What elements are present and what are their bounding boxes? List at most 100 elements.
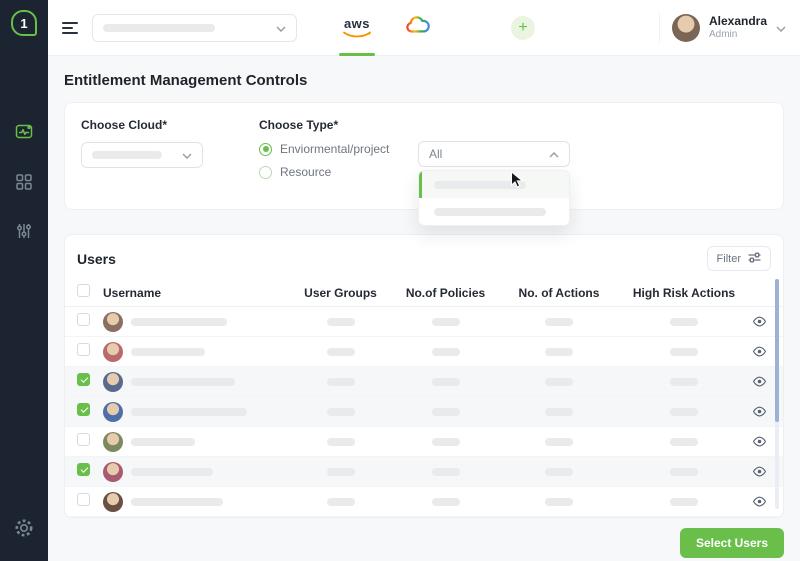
skeleton-placeholder xyxy=(131,378,235,386)
skeleton-placeholder xyxy=(545,378,573,386)
user-avatar xyxy=(103,402,123,422)
page-title: Entitlement Management Controls xyxy=(64,72,784,89)
header-right: Alexandra Admin xyxy=(659,13,786,43)
chevron-down-icon xyxy=(776,19,786,37)
view-user-button[interactable] xyxy=(752,314,767,329)
skeleton-placeholder xyxy=(545,318,573,326)
skeleton-placeholder xyxy=(432,468,460,476)
view-user-button[interactable] xyxy=(752,404,767,419)
skeleton-placeholder xyxy=(434,181,526,189)
skeleton-placeholder xyxy=(670,378,698,386)
tab-google-cloud[interactable] xyxy=(403,0,433,56)
column-header-policies: No.of Policies xyxy=(393,286,498,300)
aws-icon: aws xyxy=(343,17,371,38)
select-all-checkbox[interactable] xyxy=(77,284,90,297)
gear-icon xyxy=(14,518,34,543)
choose-cloud-select[interactable] xyxy=(81,142,203,168)
table-row xyxy=(65,337,783,367)
avatar xyxy=(672,14,700,42)
skeleton-placeholder xyxy=(131,468,213,476)
table-row xyxy=(65,397,783,427)
choose-type-label: Choose Type* xyxy=(259,118,389,132)
dropdown-option-1[interactable] xyxy=(419,171,569,198)
app-logo[interactable]: 1 xyxy=(11,10,37,36)
row-checkbox[interactable] xyxy=(77,343,90,356)
table-row xyxy=(65,307,783,337)
skeleton-placeholder xyxy=(131,408,247,416)
user-menu[interactable]: Alexandra Admin xyxy=(672,14,786,42)
view-user-button[interactable] xyxy=(752,494,767,509)
row-checkbox[interactable] xyxy=(77,403,90,416)
row-checkbox[interactable] xyxy=(77,493,90,506)
skeleton-placeholder xyxy=(131,438,195,446)
tab-aws[interactable]: aws xyxy=(341,0,373,56)
view-user-button[interactable] xyxy=(752,434,767,449)
column-header-actions: No. of Actions xyxy=(498,286,620,300)
type-dropdown-menu xyxy=(418,170,570,226)
row-checkbox[interactable] xyxy=(77,463,90,476)
skeleton-placeholder xyxy=(327,348,355,356)
view-user-button[interactable] xyxy=(752,374,767,389)
chevron-down-icon xyxy=(182,146,192,164)
radio-icon xyxy=(259,166,272,179)
radio-icon xyxy=(259,143,272,156)
controls-form-card: Choose Cloud* Choose Type* Enviormental/… xyxy=(64,102,784,210)
type-select-value: All xyxy=(429,147,442,161)
table-row xyxy=(65,367,783,397)
skeleton-placeholder xyxy=(670,438,698,446)
monitor-pulse-icon xyxy=(14,122,34,147)
skeleton-placeholder xyxy=(131,318,227,326)
chevron-up-icon xyxy=(549,145,559,163)
skeleton-placeholder xyxy=(432,408,460,416)
skeleton-placeholder xyxy=(131,348,205,356)
scrollbar[interactable] xyxy=(775,279,779,509)
skeleton-placeholder xyxy=(103,24,215,32)
sidebar-item-controls[interactable] xyxy=(15,222,33,245)
skeleton-placeholder xyxy=(670,498,698,506)
sidebar-item-entitlements[interactable] xyxy=(14,122,34,147)
table-row xyxy=(65,457,783,487)
row-checkbox[interactable] xyxy=(77,433,90,446)
scrollbar-thumb[interactable] xyxy=(775,279,779,422)
filter-icon xyxy=(748,252,761,266)
skeleton-placeholder xyxy=(670,348,698,356)
column-header-username: Username xyxy=(103,286,288,300)
table-header-row: Username User Groups No.of Policies No. … xyxy=(65,280,783,307)
cloud-tabs: aws xyxy=(341,0,535,56)
skeleton-placeholder xyxy=(327,498,355,506)
skeleton-placeholder xyxy=(670,408,698,416)
main-column: aws xyxy=(48,0,800,561)
type-select[interactable]: All xyxy=(418,141,570,167)
sidebar: 1 xyxy=(0,0,48,561)
radio-resource[interactable]: Resource xyxy=(259,165,389,179)
dropdown-option-2[interactable] xyxy=(419,198,569,225)
add-cloud-button[interactable]: + xyxy=(511,16,535,40)
sidebar-item-dashboard[interactable] xyxy=(15,173,33,196)
row-checkbox[interactable] xyxy=(77,373,90,386)
radio-label: Resource xyxy=(280,165,331,179)
filter-button[interactable]: Filter xyxy=(707,246,771,271)
view-user-button[interactable] xyxy=(752,464,767,479)
users-table-body xyxy=(65,307,783,517)
skeleton-placeholder xyxy=(327,438,355,446)
users-title: Users xyxy=(77,251,116,267)
view-user-button[interactable] xyxy=(752,344,767,359)
menu-toggle-icon[interactable] xyxy=(62,22,78,34)
user-avatar xyxy=(103,432,123,452)
skeleton-placeholder xyxy=(327,378,355,386)
radio-label: Enviormental/project xyxy=(280,142,389,156)
sidebar-item-settings[interactable] xyxy=(14,518,34,543)
select-users-button[interactable]: Select Users xyxy=(680,528,784,558)
type-dropdown-wrap: All xyxy=(418,141,570,226)
sidebar-nav xyxy=(14,122,34,245)
account-select[interactable] xyxy=(92,14,297,42)
skeleton-placeholder xyxy=(545,468,573,476)
skeleton-placeholder xyxy=(545,408,573,416)
skeleton-placeholder xyxy=(432,318,460,326)
app-root: 1 xyxy=(0,0,800,561)
radio-environmental-project[interactable]: Enviormental/project xyxy=(259,142,389,156)
skeleton-placeholder xyxy=(545,498,573,506)
user-avatar xyxy=(103,312,123,332)
user-avatar xyxy=(103,372,123,392)
row-checkbox[interactable] xyxy=(77,313,90,326)
